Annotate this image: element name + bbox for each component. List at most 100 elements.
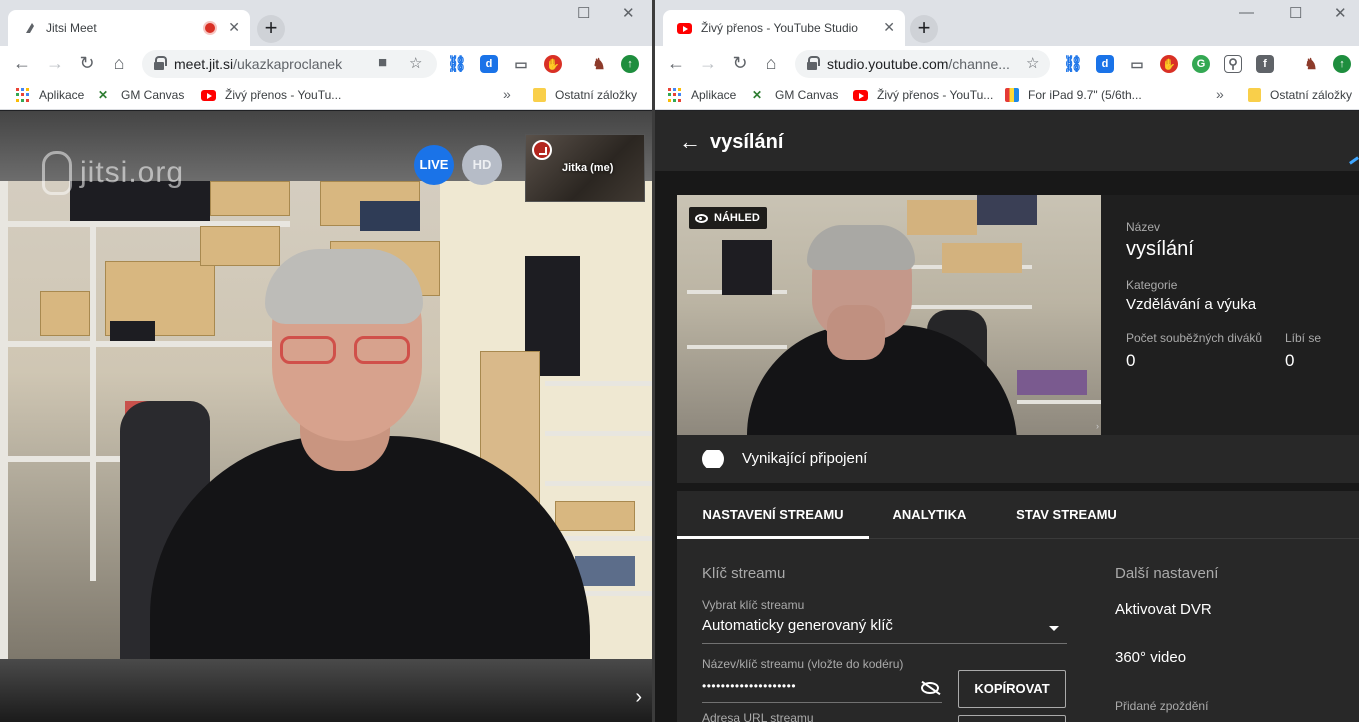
close-window-icon[interactable]: ✕ [622,4,635,22]
tab-youtube-studio[interactable]: Živý přenos - YouTube Studio ✕ [663,10,905,46]
tab-jitsi-meet[interactable]: Jitsi Meet ✕ [8,10,250,46]
tab-analytics[interactable]: ANALYTIKA [877,491,982,539]
browser-window-youtube-studio: Živý přenos - YouTube Studio ✕ + — ☐ ✕ ←… [655,0,1359,722]
new-tab-button[interactable]: + [257,15,285,43]
address-bar[interactable]: studio.youtube.com/channe... ☆ [795,50,1050,78]
participant-name: Jitka (me) [562,162,614,174]
d-extension-icon[interactable]: d [480,55,498,73]
jitsi-favicon-icon [26,23,34,33]
folder-icon [533,88,546,102]
maximize-icon[interactable]: ☐ [577,4,590,22]
bookmark-star-icon[interactable]: ☆ [1026,54,1039,72]
bookmarks-bar: Aplikace ✕ GM Canvas Živý přenos - YouTu… [655,82,1359,110]
jitsi-watermark-logo[interactable]: jitsi.org [42,151,184,195]
video-360-label[interactable]: 360° video [1115,649,1186,666]
new-tab-button[interactable]: + [910,15,938,43]
eye-off-icon[interactable] [921,682,939,694]
back-icon[interactable]: ← [11,53,33,74]
tab-stream-settings[interactable]: NASTAVENÍ STREAMU [677,491,869,539]
reload-icon[interactable]: ↻ [729,53,751,74]
copy-button[interactable]: KOPÍROVAT [958,670,1066,708]
back-arrow-icon[interactable]: ← [679,129,701,155]
link-extension-icon[interactable]: ⛓ [447,55,467,73]
tab-stream-health[interactable]: STAV STREAMU [999,491,1134,539]
bookmark-youtube-live[interactable]: Živý přenos - YouTu... [853,88,993,102]
maximize-icon[interactable]: ☐ [1289,4,1302,22]
stream-key-title: Klíč streamu [702,565,786,582]
local-video-thumbnail[interactable]: Jitka (me) [525,134,645,202]
bookmark-apps[interactable]: Aplikace [668,88,736,102]
adblock-icon[interactable]: ✋ [544,55,562,73]
camera-icon[interactable]: ■ [378,54,387,71]
close-window-icon[interactable]: ✕ [1334,4,1347,22]
close-tab-icon[interactable]: ✕ [883,19,895,36]
profile-extension-icon[interactable]: ♞ [590,55,608,73]
bookmark-apps[interactable]: Aplikace [16,88,84,102]
stream-overview-card: NÁHLED › Název vysílání Kategorie Vzdělá… [677,195,1359,435]
link-extension-icon[interactable]: ⛓ [1063,55,1083,73]
stream-key-value: •••••••••••••••••••• [702,679,797,693]
stream-key-field[interactable]: •••••••••••••••••••• [702,675,942,701]
bookmark-gm-canvas[interactable]: ✕ GM Canvas [98,88,184,102]
bookmark-other-folder[interactable]: Ostatní záložky [1248,88,1352,102]
jitsi-logo-icon [42,151,72,195]
bookmark-youtube-live[interactable]: Živý přenos - YouTu... [201,88,341,102]
d-extension-icon[interactable]: d [1096,55,1114,73]
tab-strip: Jitsi Meet ✕ + ☐ ✕ [0,0,652,46]
forward-icon[interactable]: → [697,53,719,74]
studio-header: ← vysílání [655,111,1359,171]
browser-toolbar: ← → ↻ ⌂ meet.jit.si/ukazkaproclanek ■ ☆ … [0,46,652,82]
name-label: Název [1126,220,1161,234]
update-icon[interactable]: ↑ [1333,55,1351,73]
update-icon[interactable]: ↑ [621,55,639,73]
lock-icon [807,56,820,70]
wifi-icon [702,450,724,468]
facebook-extension-icon[interactable]: f [1256,55,1274,73]
tab-strip: Živý přenos - YouTube Studio ✕ + — ☐ ✕ [655,0,1359,46]
pin-extension-icon[interactable]: ⚲ [1224,55,1242,73]
concurrent-viewers-label: Počet souběžných diváků [1126,331,1263,345]
large-video[interactable] [0,181,652,659]
bookmark-ipad[interactable]: For iPad 9.7" (5/6th... [1005,88,1142,102]
enable-dvr-label[interactable]: Aktivovat DVR [1115,601,1212,618]
adblock-icon[interactable]: ✋ [1160,55,1178,73]
bookmark-other-folder[interactable]: Ostatní záložky [533,88,637,102]
bookmarks-overflow-icon[interactable]: » [503,86,511,102]
bookmark-gm-canvas[interactable]: ✕ GM Canvas [752,88,838,102]
bookmark-star-icon[interactable]: ☆ [409,54,422,72]
back-icon[interactable]: ← [665,53,687,74]
more-settings-title: Další nastavení [1115,565,1219,582]
preview-chevron-icon[interactable]: › [1096,421,1099,431]
youtube-favicon-icon [677,23,692,34]
stream-preview-video[interactable]: NÁHLED › [677,195,1101,435]
forward-icon[interactable]: → [44,53,66,74]
select-underline [702,643,1067,644]
stream-key-select-value: Automaticky generovaný klíč [702,617,893,634]
reader-extension-icon[interactable]: ▭ [512,55,530,73]
home-icon[interactable]: ⌂ [760,53,782,74]
key-underline [702,702,942,703]
chevron-right-icon[interactable]: › [635,686,642,709]
preview-badge: NÁHLED [689,207,767,229]
minimize-icon[interactable]: — [1239,4,1254,21]
hd-badge: HD [462,145,502,185]
copy-url-button[interactable] [958,715,1066,722]
reader-extension-icon[interactable]: ▭ [1128,55,1146,73]
home-icon[interactable]: ⌂ [108,53,130,74]
address-bar[interactable]: meet.jit.si/ukazkaproclanek ■ ☆ [142,50,437,78]
category-label: Kategorie [1126,278,1178,292]
youtube-studio-page: ← vysílání NÁHLED › Název vysílání Kateg… [655,111,1359,722]
added-delay-label: Přidané zpoždění [1115,699,1209,713]
url-text: meet.jit.si/ukazkaproclanek [174,56,343,72]
stage-toolbar-area [0,659,652,722]
stream-tabs: NASTAVENÍ STREAMU ANALYTIKA STAV STREAMU [677,491,1359,539]
grammarly-icon[interactable]: G [1192,55,1210,73]
close-tab-icon[interactable]: ✕ [228,19,240,36]
bookmarks-overflow-icon[interactable]: » [1216,86,1224,102]
connection-indicator-icon[interactable] [532,140,552,160]
stream-settings-panel: Klíč streamu Vybrat klíč streamu Automat… [677,539,1359,722]
reload-icon[interactable]: ↻ [76,53,98,74]
connection-status-text: Vynikající připojení [742,450,868,467]
profile-extension-icon[interactable]: ♞ [1302,55,1320,73]
stream-key-select[interactable]: Automaticky generovaný klíč [702,615,1067,643]
